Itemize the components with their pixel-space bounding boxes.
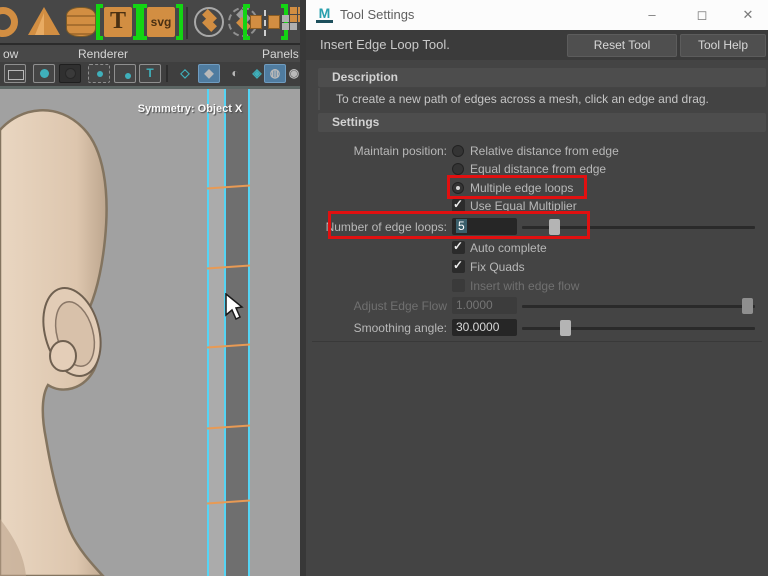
shelf: T svg — [0, 0, 306, 45]
isolate-select-icon[interactable] — [114, 64, 136, 83]
insert-with-edge-flow-row: Insert with edge flow — [306, 277, 768, 295]
slider-thumb — [742, 298, 753, 314]
curve-ring-icon[interactable] — [0, 7, 18, 37]
bracket-left-icon — [140, 4, 147, 40]
adjust-edge-flow-slider — [522, 297, 755, 315]
edge-loop-preview — [206, 424, 251, 430]
maya-logo-icon: M — [316, 6, 333, 23]
window-title: Tool Settings — [340, 7, 415, 22]
reset-tool-button[interactable]: Reset Tool — [567, 34, 677, 57]
close-button[interactable]: ✕ — [733, 0, 763, 30]
symmetry-label: Symmetry: Object X — [137, 103, 243, 115]
shaded-mode-icon[interactable]: ◆ — [198, 64, 220, 83]
description-text: To create a new path of edges across a m… — [318, 88, 766, 110]
tool-name: Insert Edge Loop Tool. — [320, 37, 450, 52]
adjust-edge-flow-input: 1.0000 — [452, 297, 517, 314]
selected-face-strip — [206, 89, 251, 576]
shelf-separator — [186, 7, 188, 39]
window-titlebar[interactable]: M Tool Settings – ◻ ✕ — [306, 0, 768, 30]
menu-item-renderer[interactable]: Renderer — [78, 47, 128, 62]
field-chart-icon[interactable]: T — [139, 64, 161, 83]
bracket-right-icon — [133, 4, 140, 40]
bracket-left-icon — [96, 4, 103, 40]
smoothing-angle-input[interactable]: 30.0000 — [452, 319, 517, 336]
snapshot-icon[interactable] — [59, 64, 81, 83]
render-region-icon[interactable] — [33, 64, 55, 83]
textured-mode-icon[interactable]: ◐ — [224, 64, 246, 83]
maya-main-region: T svg ow Renderer Panels T ◇ ◆ ◐ ◈ ◍ ◉ S… — [0, 0, 306, 576]
insert-with-edge-flow-checkbox[interactable] — [452, 279, 465, 292]
edge-loop-preview — [206, 184, 251, 190]
radio-label: Relative distance from edge — [470, 144, 619, 158]
playblast-icon[interactable] — [4, 64, 26, 83]
minimize-button[interactable]: – — [637, 0, 667, 30]
radio-equal-distance[interactable] — [452, 163, 464, 175]
edge-loop-preview — [206, 343, 251, 349]
radio-row-relative-distance: Maintain position: Relative distance fro… — [306, 142, 768, 160]
edge-loop-preview — [206, 499, 251, 505]
slider-thumb[interactable] — [560, 320, 571, 336]
head-model[interactable] — [0, 89, 300, 576]
polygon-pyramid-icon[interactable] — [28, 7, 60, 35]
auto-complete-row: Auto complete — [306, 239, 768, 257]
smoothing-angle-label: Smoothing angle: — [353, 321, 447, 335]
panel-menubar: ow Renderer Panels — [0, 47, 306, 62]
settings-section-header[interactable]: Settings — [318, 113, 766, 132]
tool-settings-window: M Tool Settings – ◻ ✕ Insert Edge Loop T… — [306, 0, 768, 576]
edge-loop-preview — [206, 264, 251, 270]
description-section-header[interactable]: Description — [318, 68, 766, 87]
annotation-box-multiple-edge-loops — [447, 175, 587, 199]
svg-tool-icon[interactable]: svg — [147, 7, 175, 37]
tool-header: Insert Edge Loop Tool. Reset Tool Tool H… — [306, 30, 768, 60]
polygon-barrel-icon[interactable] — [66, 7, 96, 37]
marquee-select-icon[interactable] — [88, 64, 110, 83]
viewport-toolbar: T ◇ ◆ ◐ ◈ ◍ ◉ — [0, 62, 306, 86]
maximize-button[interactable]: ◻ — [687, 0, 717, 30]
fix-quads-checkbox[interactable] — [452, 258, 465, 273]
auto-complete-checkbox[interactable] — [452, 239, 465, 254]
tool-help-button[interactable]: Tool Help — [680, 34, 766, 57]
adjust-edge-flow-label: Adjust Edge Flow — [353, 299, 447, 313]
toolbar-separator — [166, 65, 168, 82]
type-tool-icon[interactable]: T — [104, 7, 132, 37]
bracket-left-icon — [243, 4, 250, 40]
checkbox-label: Fix Quads — [470, 260, 525, 274]
checkbox-label: Auto complete — [470, 241, 547, 255]
maintain-position-label: Maintain position: — [353, 144, 447, 158]
cursor-icon — [225, 293, 244, 321]
mirror-tool-icon[interactable] — [250, 7, 280, 37]
viewport[interactable]: Symmetry: Object X — [0, 89, 300, 576]
checkbox-label: Insert with edge flow — [470, 279, 580, 293]
combine-tool-icon[interactable] — [194, 7, 224, 37]
smoothing-angle-row: Smoothing angle: 30.0000 — [306, 319, 768, 337]
radio-relative-distance[interactable] — [452, 145, 464, 157]
annotation-box-number-of-edge-loops — [328, 211, 590, 239]
smoothing-angle-slider[interactable] — [522, 319, 755, 337]
menu-item-panels[interactable]: Panels — [262, 47, 299, 62]
adjust-edge-flow-row: Adjust Edge Flow 1.0000 — [306, 297, 768, 315]
fix-quads-row: Fix Quads — [306, 258, 768, 276]
section-divider — [312, 341, 762, 342]
wireframe-mode-icon[interactable]: ◇ — [174, 64, 196, 83]
menu-item-show[interactable]: ow — [3, 47, 18, 62]
bracket-right-icon — [176, 4, 183, 40]
